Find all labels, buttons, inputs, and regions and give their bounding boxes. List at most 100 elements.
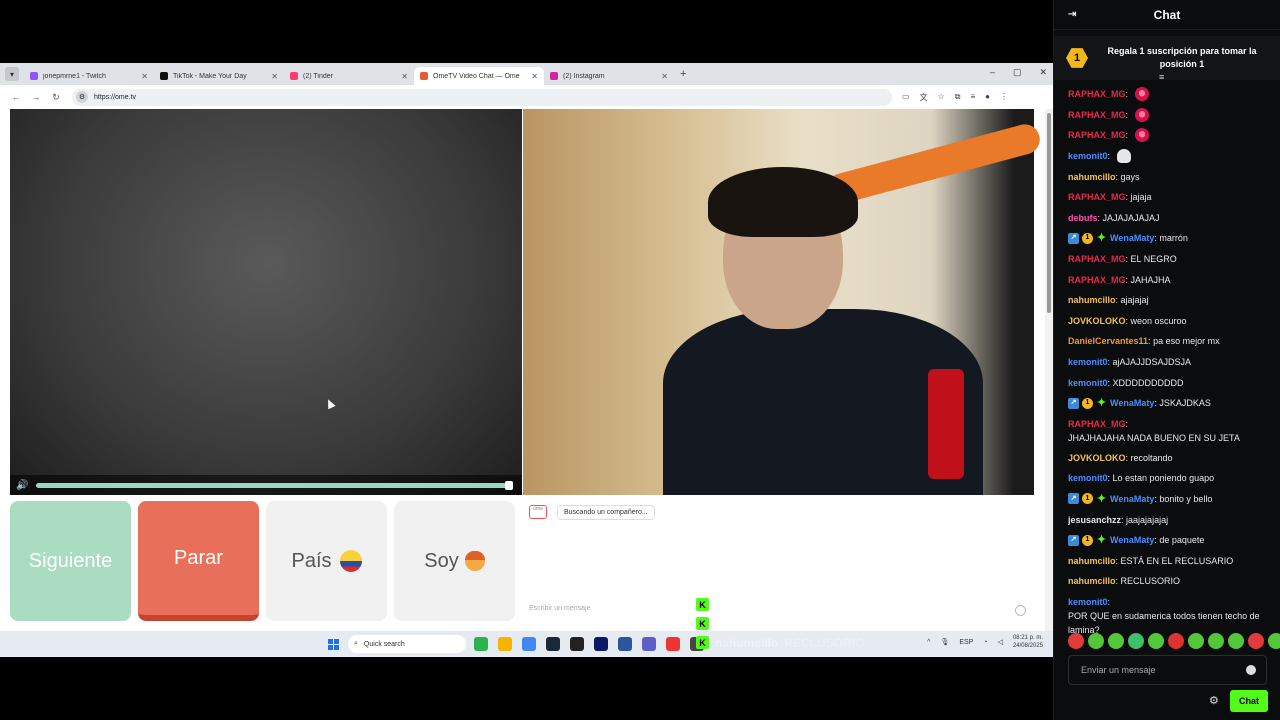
app-icon[interactable] <box>474 637 488 651</box>
page-scrollbar[interactable] <box>1045 109 1053 631</box>
profile-icon[interactable]: ● <box>985 92 990 103</box>
language-indicator[interactable]: ESP <box>959 639 973 646</box>
mic-icon[interactable]: 🎙 <box>940 638 949 646</box>
media-icon[interactable]: ≡ <box>970 92 975 103</box>
chat-username[interactable]: kemonit0 <box>1068 376 1108 390</box>
chat-username[interactable]: nahumcillo <box>1068 293 1116 307</box>
volume-slider[interactable] <box>36 480 514 490</box>
ometv-message-input[interactable]: Escribir un mensaje <box>529 605 590 612</box>
chat-username[interactable]: kemonit0 <box>1068 355 1108 369</box>
collapse-icon[interactable]: ⇥ <box>1068 9 1076 20</box>
volume-icon[interactable]: 🔊 <box>16 480 28 491</box>
steam-icon[interactable] <box>546 637 560 651</box>
reload-icon[interactable]: ↻ <box>46 92 66 103</box>
chat-username[interactable]: nahumcillo <box>1068 170 1116 184</box>
country-button[interactable]: País <box>266 501 387 621</box>
chat-text: bonito y bello <box>1159 493 1213 504</box>
emote-icon[interactable] <box>1068 633 1084 649</box>
chat-username[interactable]: JOVKOLOKO <box>1068 451 1126 465</box>
chat-username[interactable]: RAPHAX_MG <box>1068 190 1126 204</box>
gift-banner[interactable]: 1 Regala 1 suscripción para tomar la pos… <box>1054 36 1280 80</box>
close-tab-icon[interactable]: ✕ <box>401 72 408 81</box>
emote-icon[interactable] <box>1188 633 1204 649</box>
menu-icon[interactable]: ⋮ <box>1000 92 1008 103</box>
chat-username[interactable]: WenaMaty <box>1110 396 1154 410</box>
chat-username[interactable]: kemonit0 <box>1068 149 1108 163</box>
emote-icon[interactable] <box>1108 633 1124 649</box>
tab-search-button[interactable]: ▾ <box>5 67 19 81</box>
emote-icon[interactable] <box>1128 633 1144 649</box>
browser-tab[interactable]: OmeTV Video Chat — Ome ✕ <box>414 67 544 85</box>
filter-icon[interactable]: ≡ <box>1159 72 1164 82</box>
clock[interactable]: 08:21 p. m. 24/08/2025 <box>1013 634 1043 650</box>
site-info-icon[interactable]: ⚙ <box>76 91 88 103</box>
next-button[interactable]: Siguiente <box>10 501 131 621</box>
back-icon[interactable]: ← <box>6 92 26 102</box>
chat-input[interactable]: Enviar un mensaje <box>1068 655 1267 685</box>
bookmark-star-icon[interactable]: ☆ <box>938 92 945 103</box>
chat-username[interactable]: nahumcillo <box>1068 574 1116 588</box>
send-chat-button[interactable]: Chat <box>1230 690 1268 712</box>
folder-icon[interactable] <box>498 637 512 651</box>
speaker-icon[interactable]: ◁ <box>998 638 1003 646</box>
volume-knob[interactable] <box>505 480 514 490</box>
app-icon[interactable] <box>642 637 656 651</box>
word-icon[interactable] <box>618 637 632 651</box>
close-tab-icon[interactable]: ✕ <box>661 72 668 81</box>
emote-icon[interactable] <box>1148 633 1164 649</box>
chat-username[interactable]: DanielCervantes11 <box>1068 334 1148 348</box>
browser-tab[interactable]: TikTok - Make Your Day ✕ <box>154 67 284 85</box>
url-field[interactable]: ⚙ https://ome.tv <box>72 88 892 106</box>
chat-username[interactable]: RAPHAX_MG <box>1068 417 1126 431</box>
new-tab-button[interactable]: + <box>680 68 686 80</box>
tab-title: joriepmrne1 - Twitch <box>43 72 106 80</box>
close-tab-icon[interactable]: ✕ <box>271 72 278 81</box>
chat-username[interactable]: WenaMaty <box>1110 533 1154 547</box>
extensions-icon[interactable]: ⧉ <box>955 92 961 103</box>
windows-start-icon[interactable] <box>328 639 339 650</box>
emote-icon[interactable] <box>1268 633 1280 649</box>
browser-tab[interactable]: joriepmrne1 - Twitch ✕ <box>24 67 154 85</box>
close-tab-icon[interactable]: ✕ <box>531 72 538 81</box>
browser-tab[interactable]: (2) Tinder ✕ <box>284 67 414 85</box>
chat-username[interactable]: RAPHAX_MG <box>1068 128 1126 142</box>
chat-username[interactable]: jesusanchzz <box>1068 513 1121 527</box>
maximize-icon[interactable]: ▢ <box>1013 67 1022 78</box>
emote-icon[interactable] <box>1228 633 1244 649</box>
gender-button[interactable]: Soy <box>394 501 515 621</box>
stop-button[interactable]: Parar <box>138 501 259 621</box>
scroll-thumb[interactable] <box>1047 113 1051 313</box>
emoji-picker-icon[interactable] <box>1246 665 1256 675</box>
chat-username[interactable]: RAPHAX_MG <box>1068 273 1126 287</box>
chat-text: XDDDDDDDDDD <box>1112 377 1184 388</box>
emote-icon[interactable] <box>1168 633 1184 649</box>
emoji-icon[interactable] <box>1015 605 1026 616</box>
wifi-icon[interactable]: ◔ <box>983 639 987 646</box>
chat-username[interactable]: debufs <box>1068 211 1098 225</box>
close-window-icon[interactable]: ✕ <box>1039 67 1047 78</box>
chat-username[interactable]: nahumcillo <box>1068 554 1116 568</box>
app-icon[interactable] <box>570 637 584 651</box>
cast-icon[interactable]: ▭ <box>902 92 910 103</box>
emote-icon[interactable] <box>1208 633 1224 649</box>
chat-username[interactable]: kemonit0 <box>1068 471 1108 485</box>
chat-username[interactable]: WenaMaty <box>1110 492 1154 506</box>
chat-username[interactable]: JOVKOLOKO <box>1068 314 1126 328</box>
app-icon[interactable] <box>666 637 680 651</box>
chat-username[interactable]: RAPHAX_MG <box>1068 108 1126 122</box>
emote-icon[interactable] <box>1088 633 1104 649</box>
minimize-icon[interactable]: – <box>990 67 995 78</box>
browser-tab[interactable]: (2) Instagram ✕ <box>544 67 674 85</box>
chrome-icon[interactable] <box>522 637 536 651</box>
taskbar-search[interactable]: ⌕ Quick search <box>348 635 466 653</box>
premiere-icon[interactable] <box>594 637 608 651</box>
chat-username[interactable]: WenaMaty <box>1110 231 1154 245</box>
chat-username[interactable]: kemonit0 <box>1068 595 1108 609</box>
chat-username[interactable]: RAPHAX_MG <box>1068 252 1126 266</box>
chat-username[interactable]: RAPHAX_MG <box>1068 87 1126 101</box>
settings-gear-icon[interactable]: ⚙ <box>1209 694 1219 707</box>
close-tab-icon[interactable]: ✕ <box>141 72 148 81</box>
forward-icon[interactable]: → <box>26 92 46 102</box>
emote-icon[interactable] <box>1248 633 1264 649</box>
translate-icon[interactable]: 文 <box>920 92 928 103</box>
